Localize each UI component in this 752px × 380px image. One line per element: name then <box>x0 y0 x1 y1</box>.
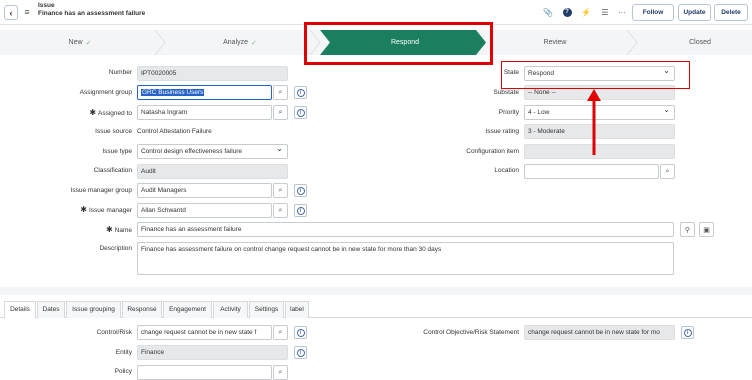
location-input[interactable] <box>524 164 659 179</box>
location-label: Location <box>494 167 519 174</box>
assigned-to-input[interactable]: Natasha Ingram <box>137 105 272 120</box>
tab-dates[interactable]: Dates <box>37 301 65 318</box>
chevron-left-icon: ‹ <box>9 7 13 18</box>
assigned-to-label: ✱ Assigned to <box>89 108 132 117</box>
settings-sliders-icon[interactable]: ☰ <box>599 6 611 18</box>
tab-details[interactable]: Details <box>4 301 36 319</box>
control-risk-label: Control/Risk <box>96 329 132 336</box>
entity-label: Entity <box>115 349 132 356</box>
issue-manager-group-info-icon[interactable]: i <box>294 184 307 197</box>
assigned-to-info-icon[interactable]: i <box>294 106 307 119</box>
required-icon: ✱ <box>89 108 97 117</box>
classification-field: Audit <box>137 164 288 179</box>
update-button[interactable]: Update <box>678 4 711 21</box>
number-label: Number <box>108 69 132 76</box>
required-icon: ✱ <box>80 205 87 214</box>
assignment-group-label: Assignment group <box>79 89 132 96</box>
control-risk-info-icon[interactable]: i <box>294 326 307 339</box>
more-options-icon[interactable]: ··· <box>616 6 628 18</box>
assignment-group-search-icon[interactable]: ⌕ <box>273 85 288 100</box>
description-label: Description <box>99 245 132 252</box>
tab-issue-grouping[interactable]: Issue grouping <box>66 301 121 318</box>
configuration-item-label: Configuration item <box>466 148 519 155</box>
issue-manager-group-label: Issue manager group <box>70 187 132 194</box>
issue-manager-info-icon[interactable]: i <box>294 204 307 217</box>
name-input[interactable]: Finance has an assessment failure <box>137 222 674 237</box>
help-icon[interactable]: ? <box>561 6 573 18</box>
step-new: New ✓ <box>68 39 92 47</box>
policy-search-icon[interactable]: ⌕ <box>273 365 288 380</box>
required-icon: ✱ <box>105 225 113 234</box>
record-title: Finance has an assessment failure <box>38 10 146 17</box>
issue-type-select[interactable]: Control design effectiveness failure <box>137 144 288 159</box>
checkmark-icon: ✓ <box>85 39 92 47</box>
issue-rating-label: Issue rating <box>485 128 519 135</box>
issue-manager-search-icon[interactable]: ⌕ <box>273 203 288 218</box>
description-textarea[interactable]: Finance has assessment failure on contro… <box>137 242 674 275</box>
annotation-box-respond <box>304 22 493 65</box>
checkmark-icon: ✓ <box>251 39 257 47</box>
control-objective-label: Control Objective/Risk Statement <box>423 329 519 336</box>
location-search-icon[interactable]: ⌕ <box>660 164 675 179</box>
assignment-group-info-icon[interactable]: i <box>294 86 307 99</box>
activity-icon[interactable]: ⚡ <box>580 6 592 18</box>
step-review: Review <box>543 39 567 46</box>
control-objective-info-icon[interactable]: i <box>681 326 694 339</box>
issue-manager-group-search-icon[interactable]: ⌕ <box>273 183 288 198</box>
entity-info-icon[interactable]: i <box>294 346 307 359</box>
control-risk-input[interactable]: change request cannot be in new state f <box>137 325 272 340</box>
issue-source-label: Issue source <box>95 128 132 135</box>
step-closed: Closed <box>689 39 711 46</box>
assigned-to-search-icon[interactable]: ⌕ <box>273 105 288 120</box>
issue-manager-label: ✱ Issue manager <box>80 205 132 214</box>
tab-response[interactable]: Response <box>122 301 162 318</box>
issue-manager-group-input[interactable]: Audit Managers <box>137 183 272 198</box>
policy-input[interactable] <box>137 365 272 380</box>
priority-label: Priority <box>498 109 519 116</box>
policy-label: Policy <box>114 368 132 375</box>
entity-field: Finance <box>137 345 288 360</box>
tab-settings[interactable]: Settings <box>249 301 284 318</box>
control-risk-search-icon[interactable]: ⌕ <box>273 325 288 340</box>
assignment-group-input[interactable]: GRC Business Users <box>137 85 272 100</box>
issue-manager-input[interactable]: Allan Schwantd <box>137 203 272 218</box>
issue-type-label: Issue type <box>102 148 132 155</box>
context-menu-icon[interactable]: ≡ <box>21 6 33 18</box>
issue-source-value: Control Attestation Failure <box>137 128 212 135</box>
tab-label[interactable]: label <box>285 301 309 318</box>
step-analyze: Analyze ✓ <box>223 39 257 47</box>
suggestion-icon[interactable]: ⚲ <box>680 222 695 237</box>
classification-label: Classification <box>93 167 132 174</box>
tab-engagement[interactable]: Engagement <box>163 301 212 318</box>
annotation-arrow-icon <box>587 89 601 155</box>
attachment-icon[interactable]: 📎 <box>542 6 554 18</box>
section-separator <box>0 287 752 295</box>
template-icon[interactable]: ▣ <box>699 222 714 237</box>
follow-button[interactable]: Follow <box>632 4 674 21</box>
control-objective-field: change request cannot be in new state fo… <box>524 325 675 340</box>
number-field: IPT0020005 <box>137 66 288 81</box>
annotation-box-state <box>501 61 690 89</box>
back-button[interactable]: ‹ <box>4 5 18 20</box>
tab-activity[interactable]: Activity <box>213 301 248 318</box>
name-label: ✱ Name <box>105 225 132 234</box>
related-tabs: Details Dates Issue grouping Response En… <box>0 301 752 319</box>
delete-button[interactable]: Delete <box>714 4 748 21</box>
